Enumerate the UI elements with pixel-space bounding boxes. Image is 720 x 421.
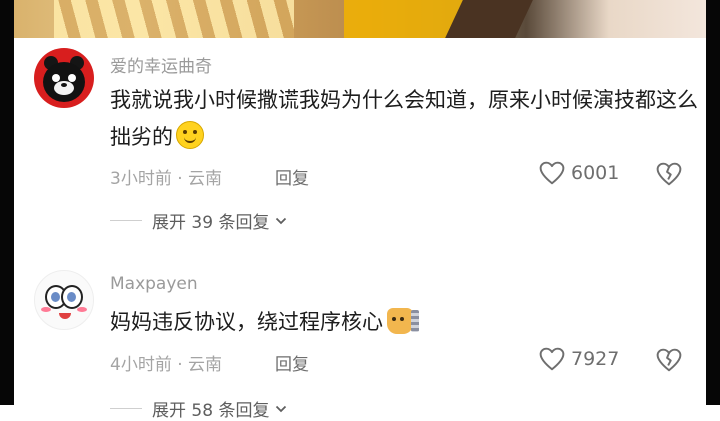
avatar[interactable] bbox=[34, 270, 94, 330]
comment-text: 我就说我小时候撒谎我妈为什么会知道，原来小时候演技都这么拙劣的 bbox=[110, 88, 698, 149]
expand-replies-button[interactable]: 展开 39 条回复 bbox=[110, 208, 287, 233]
comment-username[interactable]: 爱的幸运曲奇 bbox=[110, 52, 212, 77]
broken-heart-icon bbox=[656, 162, 682, 186]
comment-meta: 3小时前 · 云南 回复 bbox=[110, 164, 309, 189]
like-count: 7927 bbox=[571, 348, 620, 370]
comment-time-location: 4小时前 · 云南 bbox=[110, 355, 223, 375]
comment-time-location: 3小时前 · 云南 bbox=[110, 169, 223, 189]
heart-outline-icon bbox=[539, 161, 565, 185]
expand-replies-button[interactable]: 展开 58 条回复 bbox=[110, 396, 287, 421]
dislike-button[interactable] bbox=[656, 348, 682, 376]
avatar[interactable] bbox=[34, 48, 94, 108]
dislike-button[interactable] bbox=[656, 162, 682, 190]
like-button[interactable]: 7927 bbox=[539, 347, 619, 371]
comment-username[interactable]: Maxpayen bbox=[110, 274, 198, 294]
chevron-down-icon bbox=[276, 217, 287, 224]
video-preview[interactable] bbox=[14, 0, 706, 38]
letterbox-left bbox=[0, 0, 14, 405]
like-count: 6001 bbox=[571, 162, 620, 184]
reply-button[interactable]: 回复 bbox=[275, 164, 309, 189]
broken-heart-icon bbox=[656, 348, 682, 372]
reply-button[interactable]: 回复 bbox=[275, 350, 309, 375]
cat-emoji-icon bbox=[387, 308, 419, 334]
comment-meta: 4小时前 · 云南 回复 bbox=[110, 350, 309, 375]
chevron-down-icon bbox=[276, 405, 287, 412]
expand-replies-label: 展开 58 条回复 bbox=[152, 401, 270, 421]
smiling-face-emoji-icon bbox=[176, 121, 204, 149]
expand-replies-label: 展开 39 条回复 bbox=[152, 213, 270, 233]
comment-text: 妈妈违反协议，绕过程序核心 bbox=[110, 304, 700, 341]
like-button[interactable]: 6001 bbox=[539, 161, 619, 185]
heart-outline-icon bbox=[539, 347, 565, 371]
letterbox-right bbox=[706, 0, 720, 405]
